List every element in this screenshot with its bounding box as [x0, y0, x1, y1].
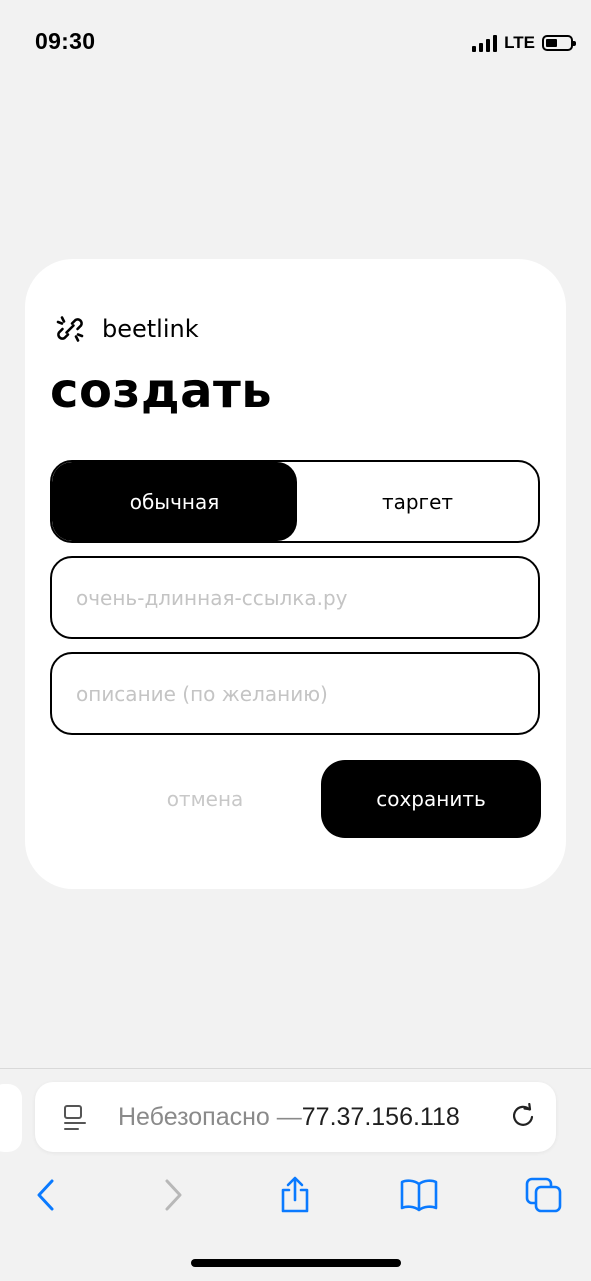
url-host: 77.37.156.118	[301, 1102, 460, 1131]
tabs-icon	[525, 1177, 562, 1213]
bookmarks-button[interactable]	[397, 1173, 441, 1217]
create-link-card: beetlink создать обычная таргет отмена с…	[25, 259, 566, 889]
url-input[interactable]	[76, 558, 516, 637]
forward-button[interactable]	[151, 1173, 195, 1217]
description-field-box	[50, 652, 540, 735]
link-type-switch: обычная таргет	[50, 460, 540, 543]
status-time: 09:30	[35, 28, 96, 54]
brand: beetlink	[55, 314, 199, 344]
back-button[interactable]	[24, 1173, 68, 1217]
address-bar[interactable]: Небезопасно — 77.37.156.118	[35, 1082, 556, 1152]
previous-tab-peek[interactable]	[0, 1084, 22, 1152]
reload-icon[interactable]	[509, 1103, 537, 1131]
share-icon	[281, 1176, 309, 1213]
brand-name: beetlink	[102, 315, 199, 343]
url-security-label: Небезопасно —	[118, 1102, 302, 1131]
signal-icon	[472, 34, 498, 52]
url-field-box	[50, 556, 540, 639]
home-indicator	[191, 1259, 401, 1267]
url-text[interactable]: Небезопасно — 77.37.156.118	[118, 1082, 460, 1152]
forward-icon	[165, 1179, 182, 1211]
tabs-button[interactable]	[522, 1173, 566, 1217]
link-type-option-target[interactable]: таргет	[297, 462, 538, 541]
link-type-option-regular[interactable]: обычная	[52, 462, 297, 541]
cancel-button[interactable]: отмена	[105, 760, 305, 838]
share-button[interactable]	[273, 1173, 317, 1217]
description-input[interactable]	[76, 654, 516, 733]
page-title: создать	[50, 363, 273, 419]
status-indicators: LTE	[472, 31, 576, 55]
browser-toolbar: Небезопасно — 77.37.156.118	[0, 1068, 591, 1281]
network-type: LTE	[504, 33, 535, 52]
reader-icon[interactable]	[62, 1104, 88, 1132]
status-bar: 09:30 LTE	[0, 0, 591, 88]
beetlink-logo-icon	[56, 316, 84, 342]
save-button[interactable]: сохранить	[321, 760, 541, 838]
bookmarks-icon	[400, 1179, 438, 1212]
back-icon	[37, 1179, 54, 1211]
battery-icon	[542, 35, 576, 51]
